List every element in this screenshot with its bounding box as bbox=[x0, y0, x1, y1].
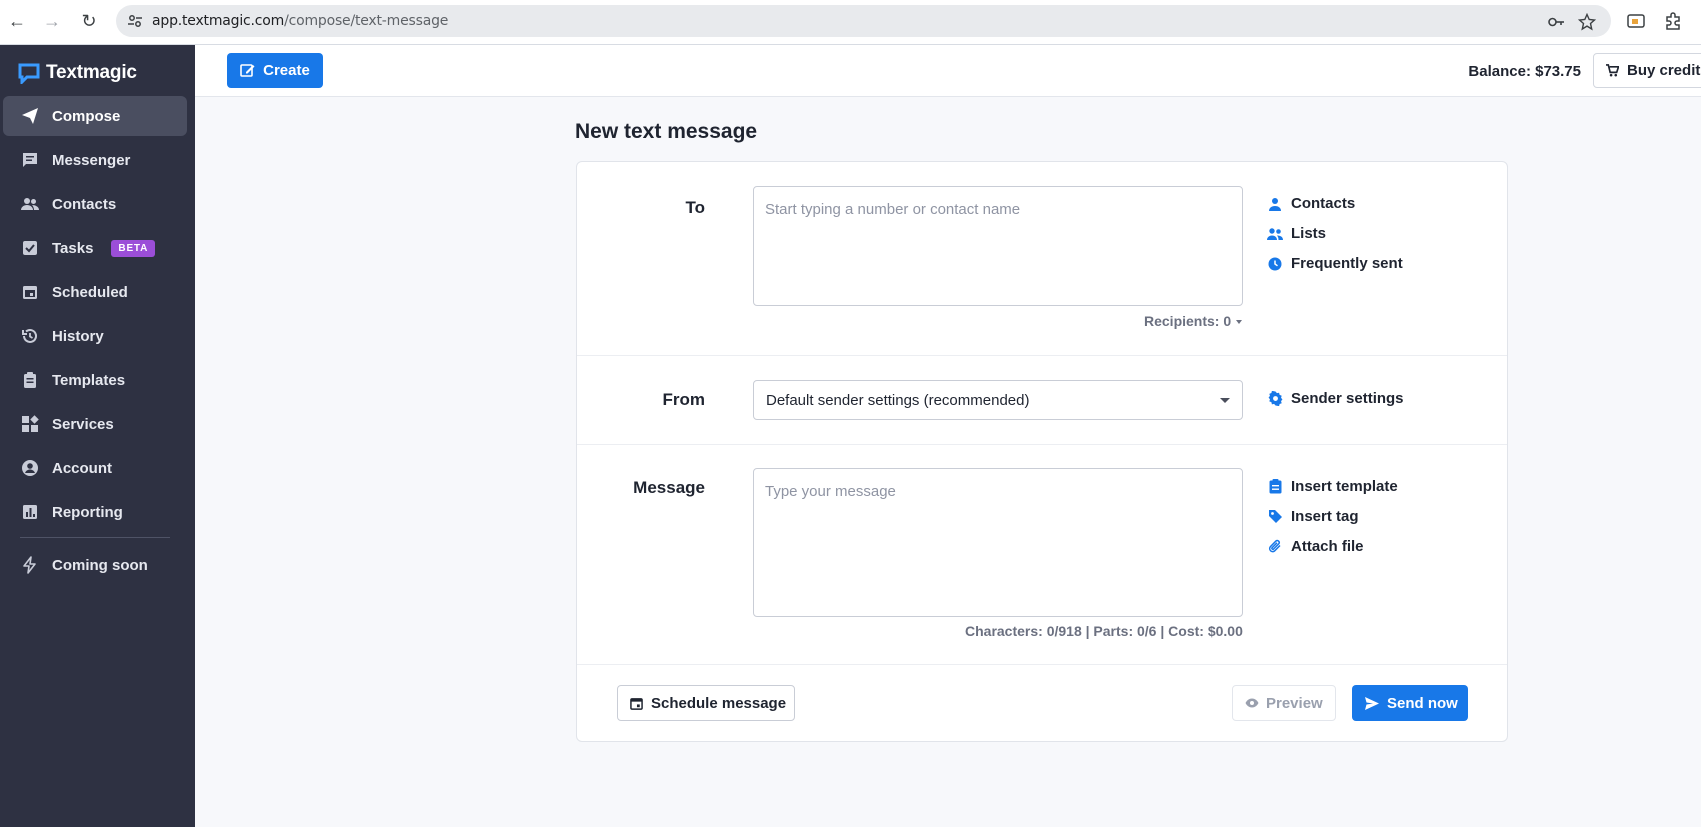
widgets-icon bbox=[20, 414, 40, 434]
chart-icon bbox=[20, 502, 40, 522]
sidebar-item-label: History bbox=[52, 327, 104, 345]
sidebar-item-contacts[interactable]: Contacts bbox=[3, 184, 187, 224]
to-placeholder: Start typing a number or contact name bbox=[765, 201, 1021, 218]
sidebar-item-compose[interactable]: Compose bbox=[3, 96, 187, 136]
history-icon bbox=[20, 326, 40, 346]
chevron-down-icon bbox=[1236, 320, 1243, 325]
to-label: To bbox=[685, 198, 705, 217]
sidebar-item-account[interactable]: Account bbox=[3, 448, 187, 488]
sidebar-divider bbox=[20, 537, 170, 538]
message-label: Message bbox=[633, 478, 705, 497]
sidebar-item-label: Account bbox=[52, 459, 112, 477]
textmagic-logo-icon bbox=[18, 63, 40, 84]
message-stats: Characters: 0/918 | Parts: 0/6 | Cost: $… bbox=[965, 623, 1243, 639]
calendar-icon bbox=[630, 697, 643, 710]
brand-name: Textmagic bbox=[46, 62, 137, 83]
sidebar-item-services[interactable]: Services bbox=[3, 404, 187, 444]
sidebar: Textmagic Compose Messenger Contacts Tas… bbox=[0, 45, 195, 827]
lists-link[interactable]: Lists bbox=[1267, 225, 1326, 242]
compose-card: To Start typing a number or contact name… bbox=[576, 161, 1508, 742]
sidebar-item-label: Compose bbox=[52, 107, 121, 125]
site-settings-icon[interactable] bbox=[126, 12, 144, 30]
create-button[interactable]: Create bbox=[227, 53, 323, 88]
row-separator bbox=[577, 664, 1507, 665]
paperclip-icon bbox=[1267, 539, 1283, 555]
sidebar-item-label: Contacts bbox=[52, 195, 117, 213]
sidebar-item-label: Scheduled bbox=[52, 283, 128, 301]
frequently-sent-link[interactable]: Frequently sent bbox=[1267, 255, 1403, 272]
topbar: Create Balance: $73.75 Buy credit bbox=[195, 45, 1701, 97]
attach-file-link[interactable]: Attach file bbox=[1267, 538, 1364, 555]
send-icon bbox=[1365, 696, 1379, 710]
recipients-counter[interactable]: Recipients: 0 bbox=[1144, 313, 1243, 329]
chevron-down-icon bbox=[1220, 398, 1230, 403]
sidebar-item-tasks[interactable]: Tasks BETA bbox=[3, 228, 187, 268]
schedule-message-button[interactable]: Schedule message bbox=[617, 685, 795, 721]
row-separator bbox=[577, 355, 1507, 356]
checkbox-icon bbox=[20, 238, 40, 258]
brand-logo[interactable]: Textmagic bbox=[18, 61, 137, 85]
sender-select[interactable]: Default sender settings (recommended) bbox=[753, 380, 1243, 420]
sidebar-item-label: Messenger bbox=[52, 151, 131, 169]
extensions-icon[interactable] bbox=[1663, 11, 1683, 31]
sender-settings-link[interactable]: Sender settings bbox=[1267, 390, 1404, 407]
edit-icon bbox=[240, 64, 255, 77]
address-bar[interactable]: app.textmagic.com/compose/text-message bbox=[116, 5, 1611, 37]
cast-icon[interactable] bbox=[1626, 11, 1646, 31]
insert-template-link[interactable]: Insert template bbox=[1267, 478, 1398, 495]
eye-icon bbox=[1245, 698, 1259, 708]
sidebar-item-label: Coming soon bbox=[52, 556, 148, 574]
sidebar-item-messenger[interactable]: Messenger bbox=[3, 140, 187, 180]
create-button-label: Create bbox=[263, 62, 310, 79]
preview-label: Preview bbox=[1266, 694, 1323, 712]
bookmark-star-icon[interactable] bbox=[1578, 13, 1596, 31]
contacts-link[interactable]: Contacts bbox=[1267, 195, 1355, 212]
person-icon bbox=[1267, 196, 1283, 212]
sidebar-item-scheduled[interactable]: Scheduled bbox=[3, 272, 187, 312]
sender-select-value: Default sender settings (recommended) bbox=[766, 391, 1030, 409]
people-icon bbox=[1267, 226, 1283, 242]
sidebar-item-reporting[interactable]: Reporting bbox=[3, 492, 187, 532]
insert-tag-link[interactable]: Insert tag bbox=[1267, 508, 1359, 525]
sidebar-item-label: Templates bbox=[52, 371, 126, 389]
message-textarea[interactable]: Type your message bbox=[753, 468, 1243, 617]
send-now-label: Send now bbox=[1387, 694, 1458, 712]
sidebar-item-label: Services bbox=[52, 415, 114, 433]
chat-icon bbox=[20, 150, 40, 170]
reload-icon[interactable]: ↻ bbox=[78, 10, 100, 32]
sidebar-item-templates[interactable]: Templates bbox=[3, 360, 187, 400]
bolt-icon bbox=[20, 555, 40, 575]
buy-credit-label: Buy credit bbox=[1627, 62, 1701, 79]
message-placeholder: Type your message bbox=[765, 483, 896, 500]
from-label: From bbox=[662, 390, 706, 409]
forward-icon[interactable]: → bbox=[41, 10, 63, 32]
beta-badge: BETA bbox=[111, 239, 156, 257]
cart-icon bbox=[1606, 64, 1619, 77]
back-icon[interactable]: ← bbox=[6, 10, 28, 32]
row-separator bbox=[577, 444, 1507, 445]
browser-toolbar: ← → ↻ app.textmagic.com/compose/text-mes… bbox=[0, 0, 1701, 45]
balance-text: Balance: $73.75 bbox=[1468, 63, 1581, 80]
sidebar-item-label: Tasks bbox=[52, 239, 94, 257]
buy-credit-button[interactable]: Buy credit bbox=[1593, 53, 1701, 88]
account-icon bbox=[20, 458, 40, 478]
send-icon bbox=[20, 106, 40, 126]
clipboard-icon bbox=[1267, 479, 1283, 495]
password-key-icon[interactable] bbox=[1547, 13, 1565, 31]
url-text: app.textmagic.com/compose/text-message bbox=[152, 13, 449, 29]
send-now-button[interactable]: Send now bbox=[1352, 685, 1468, 721]
preview-button[interactable]: Preview bbox=[1232, 685, 1336, 721]
people-icon bbox=[20, 194, 40, 214]
page-title: New text message bbox=[575, 120, 758, 143]
clock-icon bbox=[1267, 256, 1283, 272]
gear-icon bbox=[1267, 391, 1283, 407]
calendar-icon bbox=[20, 282, 40, 302]
sidebar-item-history[interactable]: History bbox=[3, 316, 187, 356]
tag-icon bbox=[1267, 509, 1283, 525]
to-input[interactable]: Start typing a number or contact name bbox=[753, 186, 1243, 306]
schedule-message-label: Schedule message bbox=[651, 694, 787, 712]
sidebar-item-coming-soon[interactable]: Coming soon bbox=[3, 545, 187, 585]
sidebar-item-label: Reporting bbox=[52, 503, 123, 521]
clipboard-icon bbox=[20, 370, 40, 390]
